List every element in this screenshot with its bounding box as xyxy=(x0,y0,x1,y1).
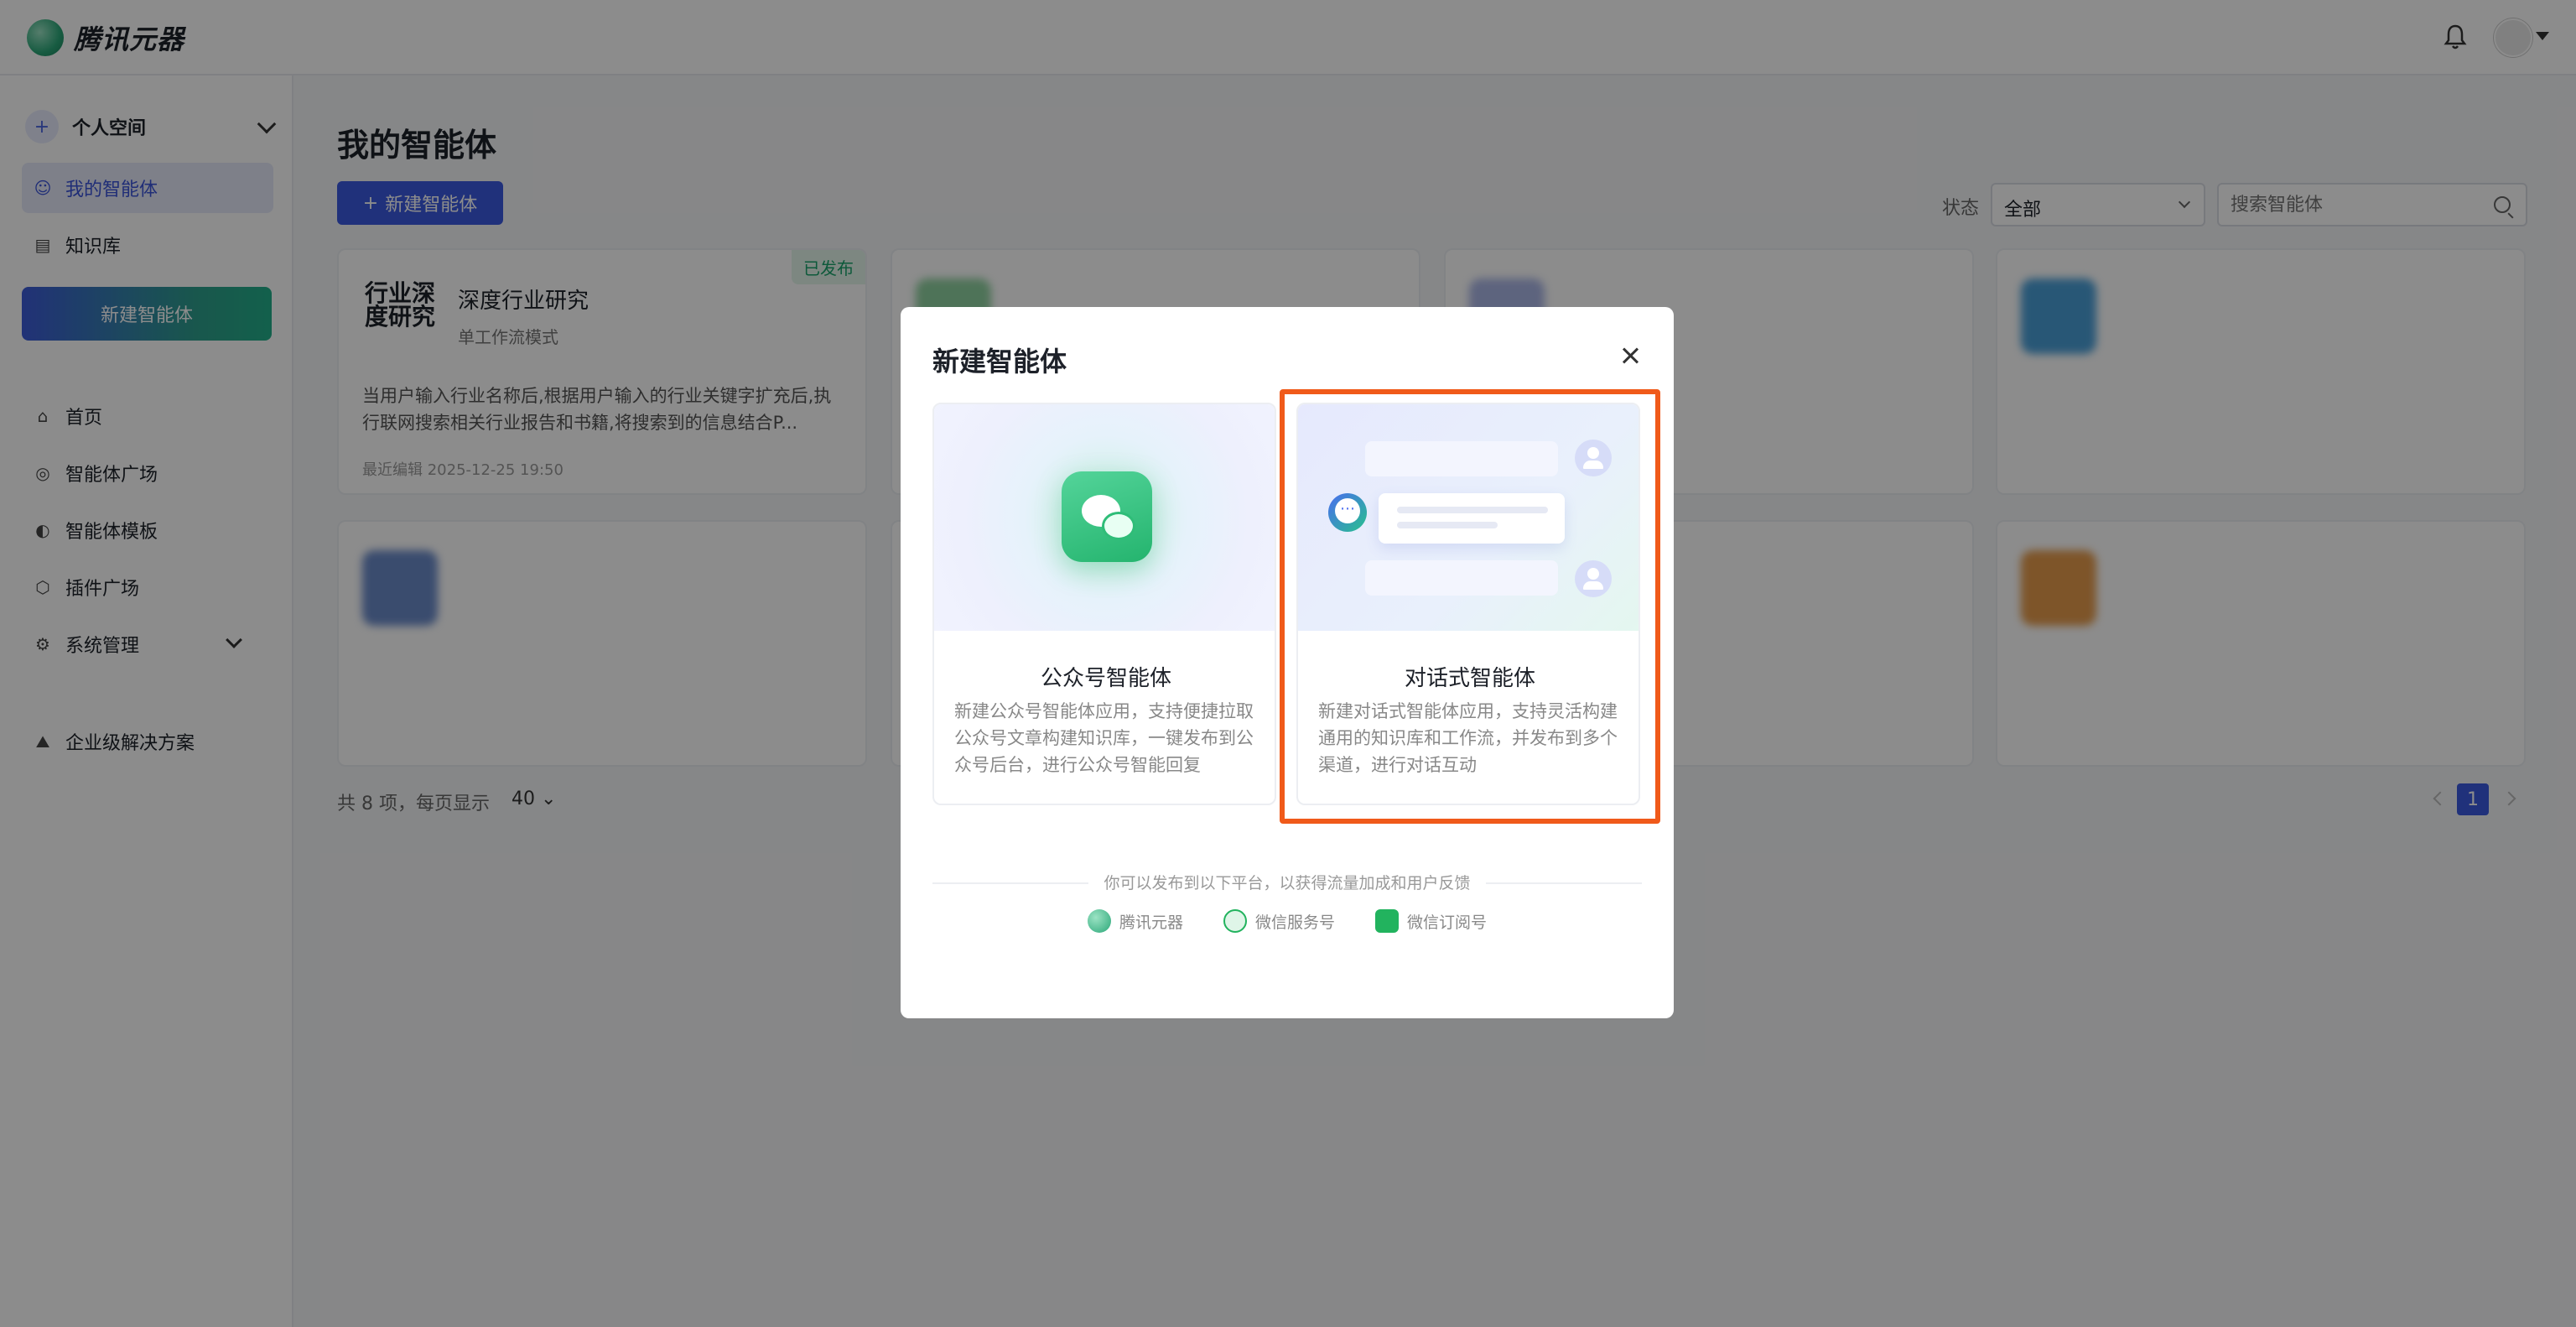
chat-bubble-icon xyxy=(1328,493,1367,532)
user-icon xyxy=(1575,560,1612,597)
platform-wechat-subscription: 微信订阅号 xyxy=(1375,909,1487,933)
option-banner xyxy=(934,404,1275,631)
wechat-subscription-icon xyxy=(1375,909,1399,933)
platform-yuanqi: 腾讯元器 xyxy=(1087,909,1183,933)
option-banner xyxy=(1298,404,1639,631)
platform-label: 微信服务号 xyxy=(1254,913,1335,932)
official-account-agent-option[interactable]: 公众号智能体 新建公众号智能体应用，支持便捷拉取公众号文章构建知识库，一键发布到… xyxy=(932,403,1276,805)
dialog-title: 新建智能体 xyxy=(932,346,1067,377)
platform-list: 腾讯元器 微信服务号 微信订阅号 xyxy=(901,909,1674,933)
new-agent-dialog: 新建智能体 公众号智能体 新建公众号智能体应用，支持便捷拉取公众号文章构建知识库… xyxy=(901,307,1674,1018)
wechat-service-icon xyxy=(1223,909,1247,933)
platform-label: 微信订阅号 xyxy=(1407,913,1488,932)
wechat-icon xyxy=(1062,471,1152,562)
platform-wechat-service: 微信服务号 xyxy=(1223,909,1335,933)
platform-label: 腾讯元器 xyxy=(1119,913,1183,932)
chat-agent-option[interactable]: 对话式智能体 新建对话式智能体应用，支持灵活构建通用的知识库和工作流，并发布到多… xyxy=(1296,403,1640,805)
user-icon xyxy=(1575,440,1612,476)
publish-hint-text: 你可以发布到以下平台，以获得流量加成和用户反馈 xyxy=(1088,874,1486,892)
publish-hint: 你可以发布到以下平台，以获得流量加成和用户反馈 xyxy=(901,871,1674,893)
option-desc: 新建对话式智能体应用，支持灵活构建通用的知识库和工作流，并发布到多个渠道，进行对… xyxy=(1318,701,1618,775)
yuanqi-logo-icon xyxy=(1087,909,1111,933)
close-icon[interactable] xyxy=(1618,344,1642,367)
option-desc: 新建公众号智能体应用，支持便捷拉取公众号文章构建知识库，一键发布到公众号后台，进… xyxy=(954,701,1254,775)
option-title: 对话式智能体 xyxy=(1404,666,1535,691)
option-title: 公众号智能体 xyxy=(1040,666,1171,691)
